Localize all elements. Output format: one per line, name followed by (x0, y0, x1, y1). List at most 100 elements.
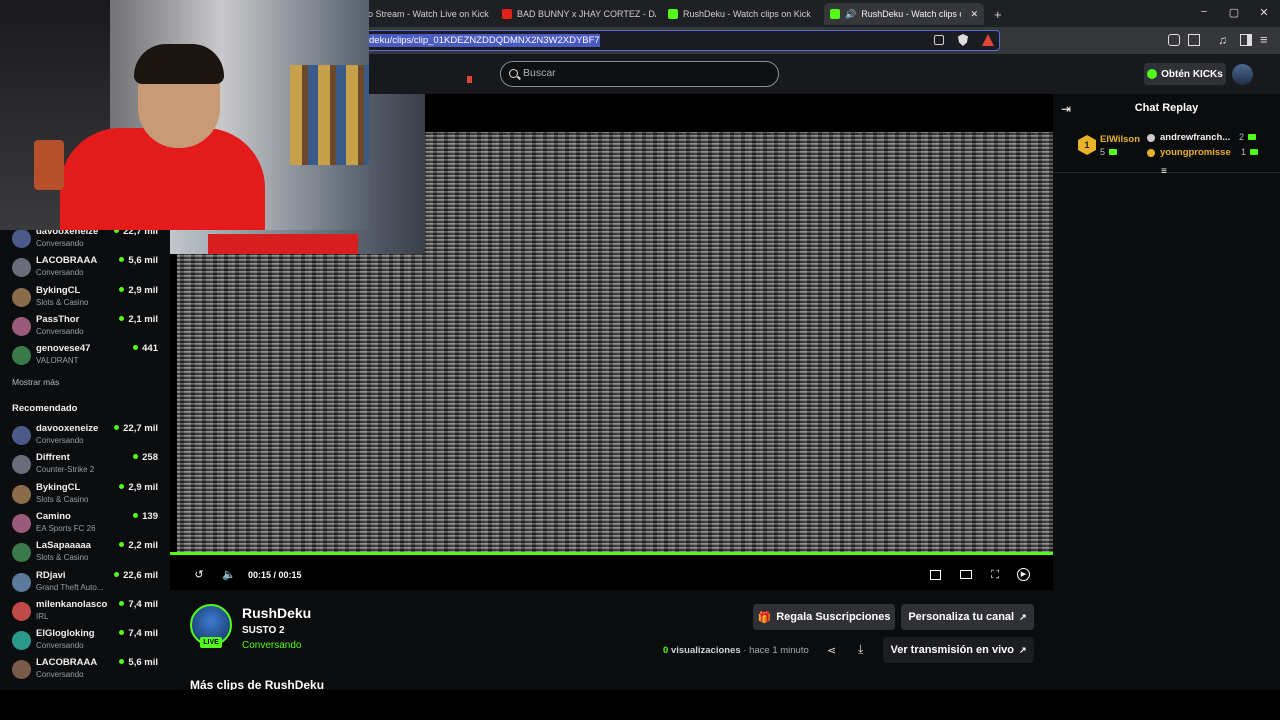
sidebar-channel-item[interactable]: BykingCL Slots & Casino 2,9 mil (12, 285, 162, 312)
viewer-count: 2,2 mil (119, 540, 158, 551)
customize-channel-button[interactable]: Personaliza tu canal ↗ (901, 604, 1034, 630)
gifter-avatar-icon (1147, 149, 1155, 157)
cursor-icon (467, 76, 472, 83)
channel-name: Camino (36, 510, 71, 522)
music-icon[interactable]: ♫ (1218, 33, 1227, 47)
watch-live-label: Ver transmisión en vivo (890, 644, 1014, 656)
sidebar-channel-item[interactable]: davooxeneize Conversando 22,7 mil (12, 423, 162, 450)
sidebar-channel-item[interactable]: ElGlogloking Conversando 7,4 mil (12, 628, 162, 655)
browser-tab[interactable]: RushDeku - Watch clips on Kick (662, 3, 818, 25)
viewer-count: 2,9 mil (119, 482, 158, 493)
sidebar-channel-item[interactable]: BykingCL Slots & Casino 2,9 mil (12, 482, 162, 509)
theater-mode-icon[interactable] (960, 570, 972, 579)
search-input[interactable]: Buscar (500, 61, 779, 87)
channel-avatar (12, 258, 31, 278)
gift-subscriptions-button[interactable]: 🎁 Regala Suscripciones (753, 604, 895, 630)
close-tab-icon[interactable]: ✕ (970, 9, 978, 20)
fullscreen-icon[interactable]: ⛶ (988, 568, 1002, 582)
clip-views: 0 visualizaciones · hace 1 minuto (663, 645, 809, 656)
extensions-icon[interactable] (1168, 34, 1180, 46)
channel-avatar (12, 513, 31, 533)
channel-avatar (12, 287, 31, 307)
replay-icon[interactable]: ↺ (192, 568, 206, 582)
views-label: visualizaciones (670, 645, 741, 656)
viewer-count: 258 (133, 452, 158, 463)
user-avatar[interactable] (1232, 64, 1253, 85)
clip-title: SUSTO 2 (242, 625, 285, 636)
close-window-button[interactable]: ✕ (1254, 6, 1274, 19)
sidebar-channel-item[interactable]: genovese47 VALORANT 441 (12, 343, 162, 370)
sidebar-channel-item[interactable]: Camino EA Sports FC 26 139 (12, 511, 162, 538)
sidebar-channel-item[interactable]: Diffrent Counter-Strike 2 258 (12, 452, 162, 479)
url-field[interactable]: deku/clips/clip_01KDEZNZDDQDMNX2N3W2XDYB… (360, 30, 1000, 51)
viewer-count: 441 (133, 343, 158, 354)
sidebar-channel-item[interactable]: LACOBRAAA Conversando 5,6 mil (12, 255, 162, 282)
sidebar-channel-item[interactable]: LACOBRAAA Conversando 5,6 mil (12, 657, 162, 684)
channel-avatar (12, 426, 31, 445)
gifter-count: 1 (1241, 147, 1247, 157)
channel-category: Conversando (36, 670, 84, 680)
gifter-name[interactable]: youngpromisse (1160, 147, 1231, 158)
channel-name[interactable]: RushDeku (242, 605, 311, 621)
expand-leaderboard-icon[interactable]: ≡ (1161, 166, 1167, 177)
get-kicks-button[interactable]: Obtén KICKs (1144, 63, 1226, 85)
channel-name: BykingCL (36, 284, 81, 296)
viewer-count: 22,6 mil (114, 570, 158, 581)
external-link-icon: ↗ (1018, 644, 1027, 655)
channel-category[interactable]: Conversando (242, 640, 301, 651)
leader-name[interactable]: ElWilson (1100, 134, 1140, 145)
sidebar-channel-item[interactable]: RDjavi Grand Theft Auto... 22,6 mil (12, 570, 162, 597)
minimize-button[interactable]: − (1194, 6, 1214, 18)
channel-name: RDjavi (36, 569, 66, 581)
search-placeholder: Buscar (523, 67, 556, 79)
show-more-link[interactable]: Mostrar más (12, 377, 59, 387)
browser-tab-active[interactable]: 🔊 RushDeku - Watch clips on Kick ✕ (824, 3, 984, 25)
channel-category: Grand Theft Auto... (36, 582, 104, 592)
channel-category: Conversando (36, 641, 84, 651)
tab-title: RushDeku - Watch clips on Kick (683, 9, 811, 19)
download-icon[interactable]: ⤓ (858, 642, 863, 657)
progress-bar[interactable] (170, 552, 1053, 555)
new-tab-button[interactable]: + (988, 3, 1006, 25)
channel-avatar (12, 543, 31, 563)
sidebar-channel-item[interactable]: milenkanolasco IRL 7,4 mil (12, 599, 162, 626)
channel-name: LACOBRAAA (36, 657, 98, 669)
live-badge: LIVE (200, 637, 222, 648)
customize-channel-label: Personaliza tu canal (908, 611, 1015, 623)
channel-avatar (12, 316, 31, 336)
get-kicks-label: Obtén KICKs (1161, 68, 1223, 80)
webcam-person-hair (134, 44, 224, 84)
sidebar-channel-item[interactable]: PassThor Conversando 2,1 mil (12, 314, 162, 341)
menu-icon[interactable]: ≡ (1260, 32, 1268, 47)
sidebar-channel-item[interactable]: davooxeneize Conversando 22,7 mil (12, 226, 162, 253)
wallet-icon[interactable] (1188, 34, 1200, 46)
miniplayer-icon[interactable] (930, 570, 941, 580)
share-icon[interactable]: ⋖ (827, 644, 836, 657)
playback-speed-icon[interactable]: ▶ (1017, 568, 1030, 581)
maximize-button[interactable]: ▢ (1224, 6, 1244, 19)
webcam-shelf (290, 65, 369, 165)
channel-avatar (12, 346, 31, 366)
gifter-avatar-icon (1147, 134, 1155, 142)
browser-tab[interactable]: BAD BUNNY x JHAY CORTEZ - DÁKITI (496, 3, 656, 25)
sidebar-toggle-icon[interactable] (1240, 34, 1252, 46)
gifter-name[interactable]: andrewfranch... (1160, 132, 1230, 143)
browser-tab[interactable]: o Stream - Watch Live on Kick (362, 3, 492, 25)
volume-icon[interactable]: 🔈 (222, 568, 236, 582)
search-icon (509, 69, 518, 78)
rank-badge: 1 (1078, 135, 1096, 155)
webcam-lamp (34, 140, 64, 190)
kick-icon (668, 9, 678, 19)
channel-name: LACOBRAAA (36, 255, 98, 267)
taskbar-strip (0, 690, 1280, 720)
tab-title: RushDeku - Watch clips on Kick (861, 9, 961, 19)
webcam-shirt (208, 234, 358, 254)
share-icon[interactable] (934, 35, 944, 45)
sidebar-channel-item[interactable]: LaSapaaaaa Slots & Casino 2,2 mil (12, 540, 162, 567)
gem-icon (1248, 134, 1257, 140)
channel-avatar (12, 572, 31, 592)
channel-category: Conversando (36, 436, 84, 445)
channel-avatar (12, 229, 31, 248)
channel-category: Conversando (36, 326, 84, 336)
watch-live-button[interactable]: Ver transmisión en vivo ↗ (883, 637, 1034, 663)
